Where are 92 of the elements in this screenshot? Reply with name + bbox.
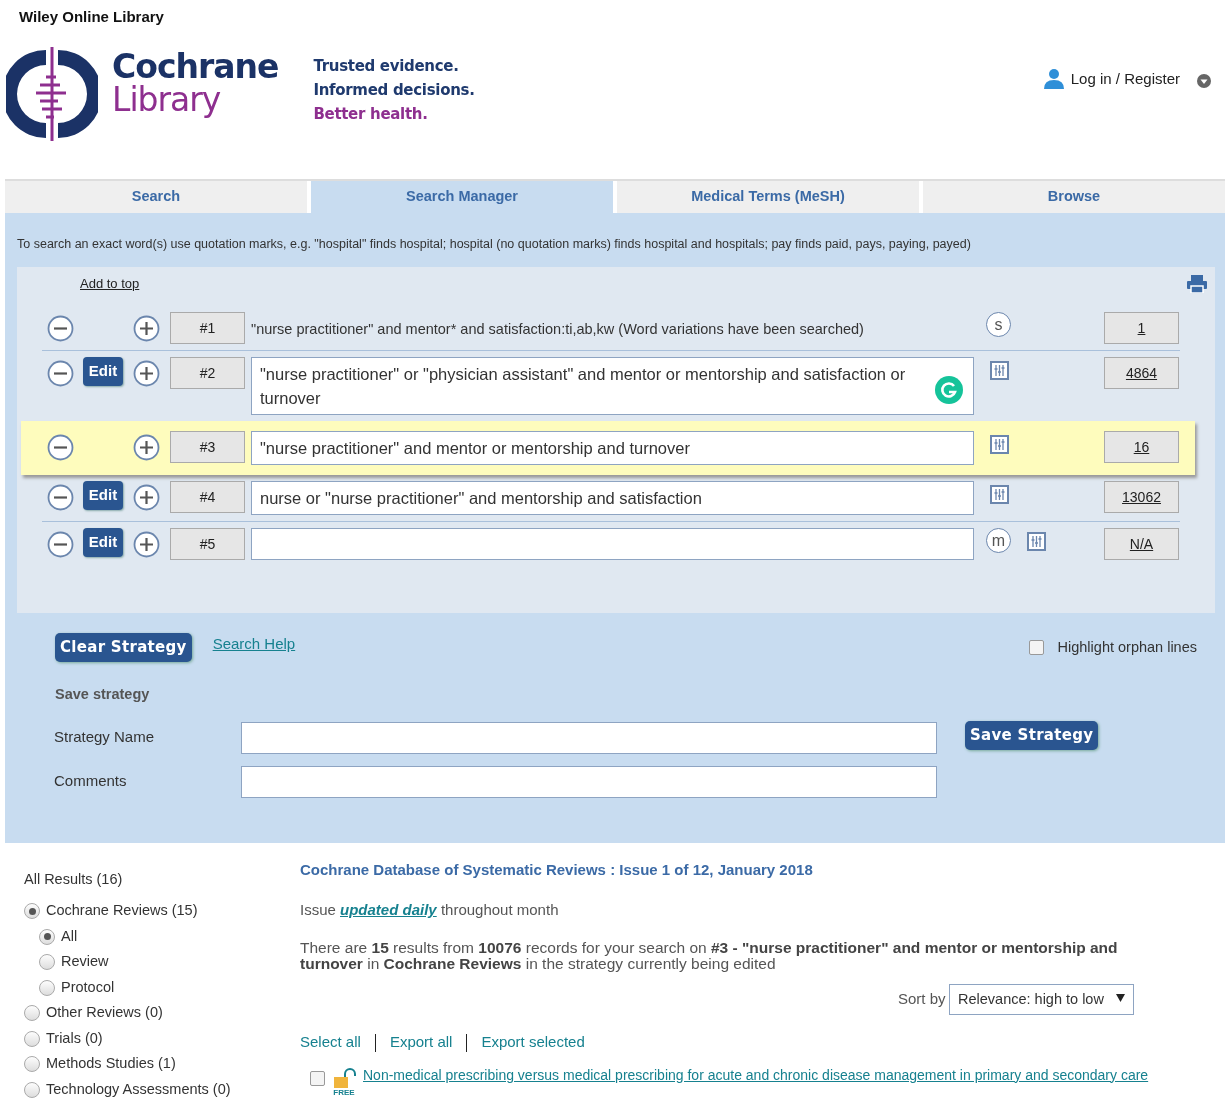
- tab[interactable]: Search Manager: [311, 180, 613, 213]
- tab[interactable]: Browse: [923, 180, 1225, 213]
- checkbox[interactable]: [310, 1071, 325, 1087]
- query-field[interactable]: "nurse practitioner" or "physician assistant" and mentor or mentorship and satisfaction or turnover: [251, 357, 974, 416]
- updated-daily-link[interactable]: updated daily: [340, 901, 437, 918]
- radio-button[interactable]: [24, 903, 40, 919]
- radio-label: Protocol: [61, 977, 115, 997]
- radio-label: Other Reviews (0): [46, 1003, 163, 1023]
- print-icon[interactable]: [1187, 275, 1207, 294]
- user-icon: [1043, 68, 1064, 89]
- tab[interactable]: Search: [5, 180, 307, 213]
- radio-label: Technology Assessments (0): [46, 1079, 231, 1099]
- query-text: "nurse practitioner" and mentor* and satisfaction:ti,ab,kw (Word variations have been searched): [251, 320, 865, 340]
- action-link[interactable]: Export all: [389, 1031, 453, 1054]
- action-link[interactable]: Export selected: [481, 1031, 585, 1054]
- site-name: Wiley Online Library: [18, 7, 165, 27]
- checkbox[interactable]: [1028, 640, 1044, 655]
- facet-title: All Results (16): [24, 869, 124, 889]
- logo-text: Cochrane: [112, 50, 279, 83]
- login-link[interactable]: Log in / Register: [1070, 67, 1180, 90]
- radio-button[interactable]: [24, 1005, 40, 1021]
- remove-icon[interactable]: [46, 315, 74, 343]
- tagline-text: Informed decisions.: [313, 79, 475, 101]
- clear-strategy-button[interactable]: Clear Strategy: [55, 633, 192, 662]
- remove-icon[interactable]: [46, 484, 74, 512]
- line-number: #1: [170, 312, 245, 345]
- free-label: FREE: [333, 1087, 355, 1097]
- edit-button[interactable]: Edit: [83, 357, 123, 386]
- radio-button[interactable]: [24, 1030, 40, 1047]
- field-label: Comments: [54, 771, 128, 792]
- results-heading: Cochrane Database of Systematic Reviews : Issue 1 of 12, January 2018: [300, 859, 814, 880]
- add-icon[interactable]: [132, 360, 160, 388]
- tagline-text: Better health.: [313, 103, 429, 125]
- add-icon[interactable]: [132, 315, 160, 343]
- radio-button[interactable]: [39, 979, 55, 996]
- radio-button[interactable]: [39, 954, 55, 970]
- issue-text: Issue updated daily throughout month: [300, 900, 560, 920]
- checkbox-label: Highlight orphan lines: [1057, 637, 1197, 657]
- remove-icon[interactable]: [46, 531, 74, 559]
- refresh-icon[interactable]: [935, 376, 963, 405]
- text-field[interactable]: [241, 721, 937, 754]
- save-strategy-button[interactable]: Save Strategy: [965, 721, 1099, 750]
- field-label: Strategy Name: [54, 727, 156, 748]
- result-count[interactable]: 4864: [1104, 357, 1179, 390]
- line-number: #2: [170, 357, 245, 390]
- s-badge[interactable]: s: [986, 312, 1011, 338]
- line-number: #4: [170, 481, 245, 514]
- query-field[interactable]: "nurse practitioner" and mentor or mentorship and turnover: [251, 431, 974, 466]
- result-count[interactable]: 1: [1104, 312, 1179, 345]
- action-link[interactable]: Select all: [300, 1031, 361, 1054]
- hint-text: To search an exact word(s) use quotation marks, e.g. "hospital" finds hospital; hospital (no quotation marks) finds hospital and hospitals; pay finds paid, pays, paying, payed): [17, 235, 972, 253]
- radio-label: Methods Studies (1): [46, 1054, 176, 1074]
- line-number: #5: [170, 528, 245, 561]
- query-field[interactable]: nurse or "nurse practitioner" and mentorship and satisfaction: [251, 481, 974, 516]
- result-count[interactable]: N/A: [1104, 528, 1179, 561]
- query-field[interactable]: [251, 528, 974, 561]
- radio-label: Review: [61, 952, 109, 972]
- result-count[interactable]: 16: [1104, 431, 1179, 464]
- radio-button[interactable]: [24, 1056, 40, 1072]
- sort-select[interactable]: Relevance: high to low: [949, 983, 1134, 1016]
- add-icon[interactable]: [132, 484, 160, 512]
- logo-icon: [6, 46, 98, 141]
- radio-label: Trials (0): [46, 1028, 103, 1048]
- radio-label: Cochrane Reviews (15): [46, 901, 198, 921]
- caret-icon[interactable]: [1197, 73, 1211, 88]
- sort-label: Sort by: [897, 989, 946, 1010]
- edit-button[interactable]: Edit: [83, 528, 123, 557]
- m-badge[interactable]: m: [986, 528, 1011, 554]
- result-title-link[interactable]: Non-medical prescribing versus medical prescribing for acute and chronic disease management in primary and secondary care: [363, 1067, 1149, 1083]
- limits-icon[interactable]: [990, 435, 1009, 455]
- text-field[interactable]: [241, 765, 937, 798]
- remove-icon[interactable]: [46, 434, 74, 462]
- add-to-top-link[interactable]: Add to top: [80, 276, 140, 292]
- radio-button[interactable]: [39, 928, 55, 945]
- unlocked-icon: [332, 1067, 356, 1088]
- add-icon[interactable]: [132, 434, 160, 462]
- tab[interactable]: Medical Terms (MeSH): [617, 180, 919, 213]
- radio-label: All: [61, 926, 78, 946]
- radio-button[interactable]: [24, 1081, 40, 1098]
- add-icon[interactable]: [132, 531, 160, 559]
- tagline-text: Trusted evidence.: [313, 55, 460, 77]
- result-count[interactable]: 13062: [1104, 481, 1179, 514]
- section-heading: Save strategy: [54, 684, 151, 704]
- limits-icon[interactable]: [990, 361, 1009, 381]
- line-number: #3: [170, 431, 245, 464]
- limits-icon[interactable]: [1027, 532, 1046, 552]
- results-summary: There are 15 results from 10076 records for your search on #3 - "nurse practitioner" and mentor or mentorship and turnover in Cochrane Reviews in the strategy currently being edited: [300, 939, 1119, 972]
- caret-icon: [1116, 993, 1125, 1002]
- remove-icon[interactable]: [46, 360, 74, 388]
- limits-icon[interactable]: [990, 485, 1009, 505]
- logo-text: Library: [112, 83, 222, 116]
- edit-button[interactable]: Edit: [83, 481, 123, 510]
